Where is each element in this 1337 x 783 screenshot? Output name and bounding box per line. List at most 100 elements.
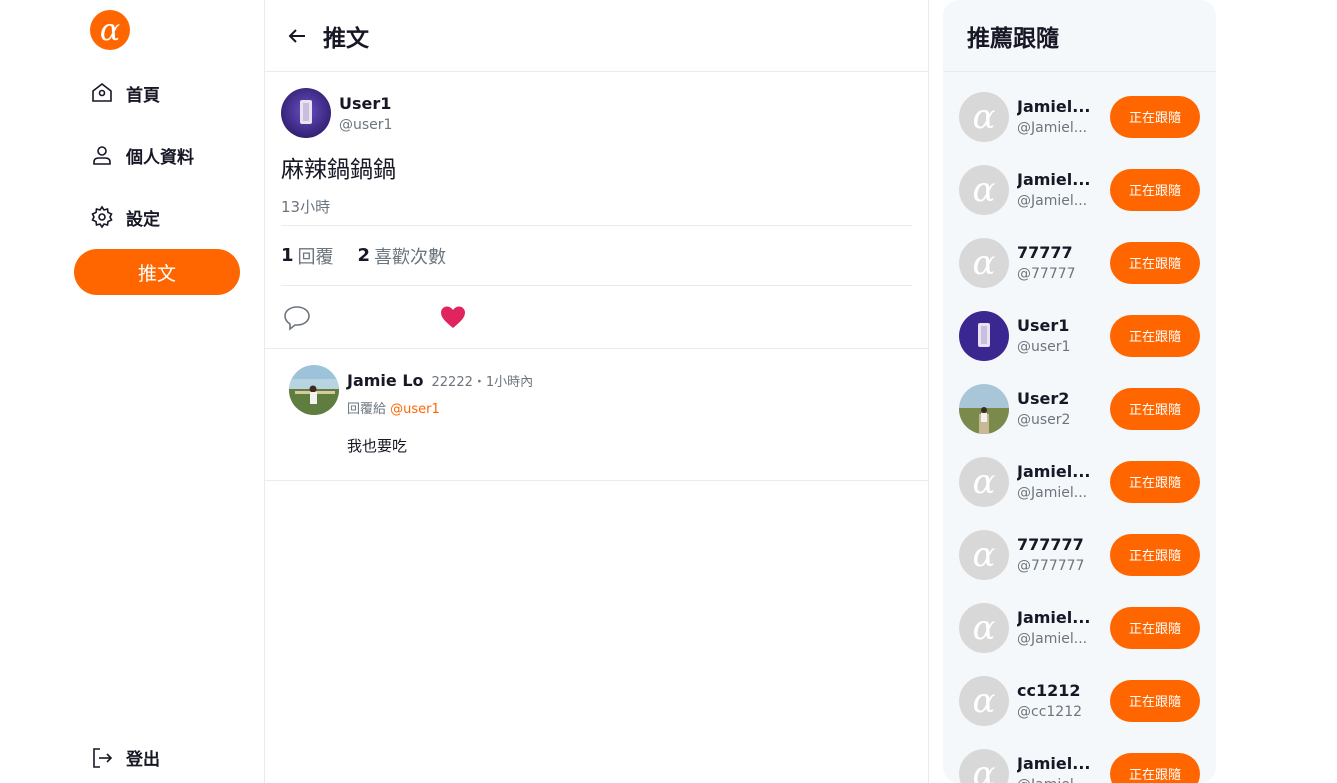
gear-icon — [91, 205, 113, 229]
recommended-user-handle: @777777 — [1017, 558, 1085, 574]
logout-label: 登出 — [126, 750, 160, 770]
following-button[interactable]: 正在跟隨 — [1110, 679, 1200, 722]
tweet-author: User1 @user1 — [281, 88, 912, 138]
recommended-user-name[interactable]: cc1212 — [1017, 681, 1102, 700]
svg-text:α: α — [973, 97, 996, 137]
recommended-user-handle: @Jamiel... — [1017, 631, 1088, 647]
avatar[interactable]: α — [959, 456, 1009, 507]
avatar[interactable]: α — [959, 91, 1009, 142]
recommended-user-name[interactable]: Jamiel... — [1017, 608, 1102, 627]
svg-text:α: α — [973, 608, 996, 648]
user-icon — [93, 146, 111, 165]
recommended-user-handle: @77777 — [1017, 266, 1076, 282]
reply-count: 1 — [281, 245, 294, 266]
recommended-user-handle: @Jamiel... — [1017, 193, 1088, 209]
recommended-user-name[interactable]: User2 — [1017, 389, 1102, 408]
svg-text:α: α — [973, 462, 996, 502]
svg-text:α: α — [973, 170, 996, 210]
list-item: α 777777 @777777 正在跟隨 — [943, 518, 1216, 591]
tweet-detail: User1 @user1 麻辣鍋鍋鍋 13小時 1 回覆 2 喜歡次數 — [265, 72, 928, 348]
reply-item[interactable]: Jamie Lo 22222・1小時內 回覆給 @user1 我也要吃 — [265, 348, 928, 481]
avatar[interactable]: α — [959, 602, 1009, 653]
following-button[interactable]: 正在跟隨 — [1110, 606, 1200, 649]
comment-icon[interactable] — [283, 303, 311, 331]
sidebar-item-label: 個人資料 — [126, 147, 194, 168]
recommended-user-name[interactable]: User1 — [1017, 316, 1102, 335]
recommended-user-name[interactable]: Jamiel... — [1017, 754, 1102, 773]
logout-icon — [93, 747, 113, 768]
list-item: User1 @user1 正在跟隨 — [943, 299, 1216, 372]
tweet-button[interactable]: 推文 — [74, 249, 240, 295]
sidebar-item-label: 設定 — [126, 209, 160, 230]
tweet-stats: 1 回覆 2 喜歡次數 — [281, 226, 912, 286]
following-button[interactable]: 正在跟隨 — [1110, 95, 1200, 138]
avatar[interactable]: α — [959, 237, 1009, 288]
reply-meta: 22222・1小時內 — [431, 375, 534, 390]
author-name[interactable]: User1 — [339, 94, 392, 113]
heart-icon[interactable] — [439, 303, 467, 331]
like-count-label: 喜歡次數 — [374, 246, 447, 268]
recommended-user-name[interactable]: Jamiel... — [1017, 462, 1102, 481]
list-item: α Jamiel... @Jamiel... 正在跟隨 — [943, 445, 1216, 518]
recommended-user-handle: @Jamiel... — [1017, 777, 1102, 783]
alpha-logo-icon[interactable]: α — [88, 8, 132, 52]
following-button[interactable]: 正在跟隨 — [1110, 752, 1200, 783]
reply-to-label: 回覆給 — [347, 402, 387, 417]
reply-count-label: 回覆 — [297, 246, 334, 268]
recommended-user-name[interactable]: Jamiel... — [1017, 170, 1102, 189]
recommended-user-name[interactable]: 777777 — [1017, 535, 1102, 554]
list-item: α 77777 @77777 正在跟隨 — [943, 226, 1216, 299]
recommended-user-handle: @user2 — [1017, 412, 1071, 428]
sidebar-item-profile[interactable]: 個人資料 — [90, 134, 194, 176]
list-item: α Jamiel... @Jamiel... 正在跟隨 — [943, 153, 1216, 226]
author-handle: @user1 — [339, 116, 393, 133]
avatar[interactable]: α — [959, 164, 1009, 215]
svg-text:α: α — [973, 681, 996, 721]
recommended-title: 推薦跟隨 — [943, 0, 1216, 72]
list-item: α cc1212 @cc1212 正在跟隨 — [943, 664, 1216, 737]
following-button[interactable]: 正在跟隨 — [1110, 168, 1200, 211]
following-button[interactable]: 正在跟隨 — [1110, 314, 1200, 357]
recommended-user-name[interactable]: 77777 — [1017, 243, 1102, 262]
sidebar-item-home[interactable]: 首頁 — [90, 72, 194, 114]
recommended-follow-panel: 推薦跟隨 α Jamiel... @Jamiel... 正在跟隨 α Jamie… — [943, 0, 1216, 783]
sidebar-item-settings[interactable]: 設定 — [90, 196, 194, 238]
avatar[interactable]: α — [959, 748, 1009, 783]
reply-text: 我也要吃 — [347, 437, 408, 455]
sidebar-nav: 首頁 個人資料 設定 — [90, 72, 194, 258]
like-count: 2 — [357, 245, 371, 266]
avatar[interactable] — [959, 310, 1009, 361]
avatar[interactable]: α — [959, 529, 1009, 580]
recommended-user-name[interactable]: Jamiel... — [1017, 97, 1102, 116]
avatar[interactable] — [281, 88, 331, 138]
main-column: 推文 User1 @user1 麻辣鍋鍋鍋 13小時 1 回覆 2 喜歡次數 J… — [265, 0, 929, 783]
svg-text:α: α — [973, 754, 996, 783]
list-item: User2 @user2 正在跟隨 — [943, 372, 1216, 445]
tweet-time: 13小時 — [281, 196, 912, 226]
reply-to-mention[interactable]: @user1 — [390, 402, 440, 417]
home-icon — [92, 82, 112, 102]
svg-text:α: α — [973, 243, 996, 283]
svg-text:α: α — [973, 535, 996, 575]
reply-to: 回覆給 @user1 — [347, 398, 533, 417]
reply-author-name[interactable]: Jamie Lo — [347, 371, 424, 390]
list-item: α Jamiel... @Jamiel... 正在跟隨 — [943, 737, 1216, 783]
recommended-user-handle: @Jamiel... — [1017, 485, 1088, 501]
back-arrow-icon[interactable] — [285, 24, 309, 48]
list-item: α Jamiel... @Jamiel... 正在跟隨 — [943, 591, 1216, 664]
main-header: 推文 — [265, 0, 928, 72]
tweet-actions — [281, 286, 912, 348]
tweet-text: 麻辣鍋鍋鍋 — [281, 157, 396, 183]
svg-text:α: α — [100, 13, 120, 48]
avatar[interactable] — [959, 383, 1009, 434]
avatar[interactable] — [289, 365, 339, 415]
sidebar-item-label: 首頁 — [126, 85, 160, 106]
following-button[interactable]: 正在跟隨 — [1110, 387, 1200, 430]
left-sidebar: α 首頁 個人資料 設定 推文 登出 — [0, 0, 265, 783]
following-button[interactable]: 正在跟隨 — [1110, 241, 1200, 284]
following-button[interactable]: 正在跟隨 — [1110, 533, 1200, 576]
logout-button[interactable]: 登出 — [90, 745, 160, 770]
avatar[interactable]: α — [959, 675, 1009, 726]
recommended-user-handle: @Jamiel... — [1017, 120, 1088, 136]
following-button[interactable]: 正在跟隨 — [1110, 460, 1200, 503]
